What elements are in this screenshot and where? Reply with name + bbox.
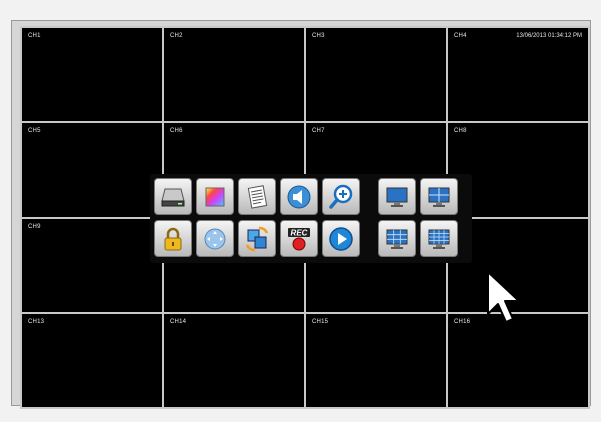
datetime-display: 13/06/2013 01:34:12 PM bbox=[516, 33, 582, 39]
quick-menu-toolbar: REC bbox=[150, 174, 472, 263]
channel-label: CH13 bbox=[28, 318, 45, 325]
zoom-button[interactable] bbox=[322, 178, 360, 215]
audio-button[interactable] bbox=[280, 178, 318, 215]
audio-speaker-icon bbox=[287, 185, 311, 208]
channel-label: CH5 bbox=[28, 128, 41, 135]
channel-label: CH16 bbox=[454, 318, 471, 325]
ptz-control-icon bbox=[204, 228, 226, 249]
zoom-in-icon bbox=[329, 184, 353, 209]
channel-label: CH15 bbox=[312, 318, 329, 325]
quad-view-button[interactable] bbox=[420, 178, 458, 215]
channel-cell[interactable]: CH14 bbox=[164, 313, 304, 407]
channel-cell[interactable]: CH3 bbox=[306, 28, 446, 122]
channel-label: CH7 bbox=[312, 128, 325, 135]
color-settings-icon bbox=[205, 187, 225, 206]
channel-cell[interactable]: CH13 bbox=[22, 313, 162, 407]
sixteen-view-button[interactable] bbox=[420, 220, 458, 257]
channel-label: CH1 bbox=[28, 33, 41, 39]
channel-label: CH4 bbox=[454, 33, 467, 39]
sequence-button[interactable] bbox=[238, 220, 276, 257]
playback-icon bbox=[329, 226, 353, 251]
ptz-button[interactable] bbox=[196, 220, 234, 257]
hdd-icon bbox=[161, 188, 185, 206]
mouse-pointer-icon bbox=[487, 271, 520, 323]
hdd-button[interactable] bbox=[154, 178, 192, 215]
nine-view-icon bbox=[386, 229, 408, 249]
record-button[interactable]: REC bbox=[280, 220, 318, 257]
channel-label: CH9 bbox=[28, 223, 41, 230]
color-settings-button[interactable] bbox=[196, 178, 234, 215]
channel-cell[interactable]: CH2 bbox=[164, 28, 304, 122]
channel-label: CH2 bbox=[170, 33, 183, 39]
channel-label: CH3 bbox=[312, 33, 325, 39]
channel-cell[interactable]: CH1 bbox=[22, 28, 162, 122]
single-view-button[interactable] bbox=[378, 178, 416, 215]
playback-button[interactable] bbox=[322, 220, 360, 257]
record-icon: REC bbox=[288, 227, 310, 250]
lock-icon bbox=[164, 227, 182, 250]
quad-view-icon bbox=[428, 187, 450, 207]
lock-button[interactable] bbox=[154, 220, 192, 257]
single-view-icon bbox=[386, 187, 408, 207]
sixteen-view-icon bbox=[428, 229, 450, 249]
channel-cell[interactable]: CH9 bbox=[22, 218, 162, 312]
channel-cell[interactable]: CH5 bbox=[22, 123, 162, 217]
channel-cell[interactable]: CH15 bbox=[306, 313, 446, 407]
channel-label: CH6 bbox=[170, 128, 183, 135]
log-list-icon bbox=[247, 184, 268, 209]
nine-view-button[interactable] bbox=[378, 220, 416, 257]
sequence-icon bbox=[245, 226, 269, 251]
record-label: REC bbox=[291, 228, 308, 237]
channel-cell[interactable]: CH4 13/06/2013 01:34:12 PM bbox=[448, 28, 588, 122]
channel-label: CH14 bbox=[170, 318, 187, 325]
log-list-button[interactable] bbox=[238, 178, 276, 215]
channel-label: CH8 bbox=[454, 128, 467, 135]
